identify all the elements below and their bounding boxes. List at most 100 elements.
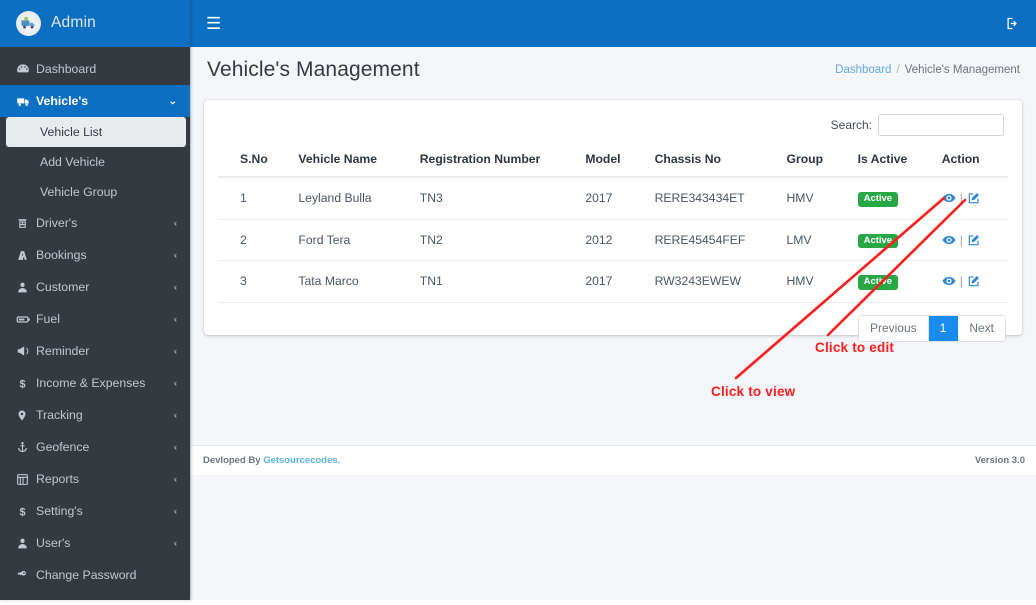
chevron-left-icon: ‹ xyxy=(173,410,178,420)
sidebar-item-customer[interactable]: Customer ‹ xyxy=(0,271,190,303)
annotation-label-edit: Click to edit xyxy=(815,340,895,355)
column-header-model[interactable]: Model xyxy=(581,146,651,178)
cell-chassis-no: RERE45454FEF xyxy=(650,219,783,261)
eye-icon[interactable] xyxy=(942,191,956,205)
sidebar-item-label: Geofence xyxy=(36,440,90,454)
top-navbar: ☰ xyxy=(190,0,1036,47)
sidebar-item-label: Customer xyxy=(36,280,90,294)
cell-action: | xyxy=(937,219,1008,261)
search-label: Search: xyxy=(830,118,872,132)
content-wrapper: Vehicle's Management Dashboard / Vehicle… xyxy=(190,47,1036,600)
truck-icon xyxy=(16,94,36,109)
chevron-left-icon: ‹ xyxy=(173,314,178,324)
sidebar-subitem-vehicle-list[interactable]: Vehicle List xyxy=(6,117,186,147)
cell-model: 2017 xyxy=(581,177,651,220)
sidebar-subitem-add-vehicle[interactable]: Add Vehicle xyxy=(0,147,190,177)
cell-model: 2012 xyxy=(581,219,651,261)
footer-developer-link[interactable]: Getsourcecodes. xyxy=(263,455,340,466)
vehicle-table: S.No Vehicle Name Registration Number Mo… xyxy=(218,146,1008,303)
key-icon xyxy=(16,568,36,582)
breadcrumb: Dashboard / Vehicle's Management xyxy=(835,64,1020,76)
sidebar-subitem-label: Vehicle Group xyxy=(40,185,118,199)
sidebar-nav-list: Dashboard Vehicle's ⌄ Vehicle List Add V… xyxy=(0,47,190,591)
sidebar-item-geofence[interactable]: Geofence ‹ xyxy=(0,431,190,463)
action-separator: | xyxy=(959,274,963,289)
eye-icon[interactable] xyxy=(942,274,956,288)
cell-action: | xyxy=(937,177,1008,220)
column-header-vehicle-name[interactable]: Vehicle Name xyxy=(294,146,416,178)
hamburger-menu-icon[interactable]: ☰ xyxy=(206,15,221,32)
svg-text:$: $ xyxy=(19,378,25,390)
edit-pencil-icon[interactable] xyxy=(967,274,981,288)
driver-icon xyxy=(16,217,36,230)
sidebar-item-dashboard[interactable]: Dashboard xyxy=(0,53,190,85)
eye-icon[interactable] xyxy=(942,233,956,247)
column-header-registration-number[interactable]: Registration Number xyxy=(415,146,582,178)
column-header-sno[interactable]: S.No xyxy=(218,146,295,178)
sidebar-item-label: Setting's xyxy=(36,504,83,518)
cell-registration-number: TN1 xyxy=(415,260,582,303)
cell-chassis-no: RERE343434ET xyxy=(650,177,783,220)
edit-pencil-icon[interactable] xyxy=(967,233,981,247)
bookings-icon xyxy=(16,249,36,262)
annotation-label-view: Click to view xyxy=(711,384,796,399)
cell-sno: 1 xyxy=(218,177,295,220)
breadcrumb-dashboard-link[interactable]: Dashboard xyxy=(835,64,891,76)
sidebar-item-reminder[interactable]: Reminder ‹ xyxy=(0,335,190,367)
chevron-down-icon: ⌄ xyxy=(168,95,178,106)
sidebar-item-label: Bookings xyxy=(36,248,87,262)
action-group: | xyxy=(942,274,1004,288)
chevron-left-icon: ‹ xyxy=(173,282,178,292)
breadcrumb-separator: / xyxy=(896,63,900,76)
cell-chassis-no: RW3243EWEW xyxy=(650,260,783,303)
column-header-group[interactable]: Group xyxy=(782,146,854,178)
page-title: Vehicle's Management xyxy=(207,57,420,81)
column-header-is-active[interactable]: Is Active xyxy=(853,146,938,178)
cell-vehicle-name: Ford Tera xyxy=(294,219,416,261)
dollar-icon: $ xyxy=(16,377,36,390)
sidebar-item-bookings[interactable]: Bookings ‹ xyxy=(0,239,190,271)
cell-group: LMV xyxy=(782,219,854,261)
sidebar: Admin Dashboard Vehicle's ⌄ Vehicle List… xyxy=(0,0,190,600)
column-header-action[interactable]: Action xyxy=(937,146,1008,178)
sidebar-item-reports[interactable]: Reports ‹ xyxy=(0,463,190,495)
sidebar-subitem-label: Vehicle List xyxy=(40,125,103,139)
column-header-chassis-no[interactable]: Chassis No xyxy=(650,146,783,178)
megaphone-icon xyxy=(16,344,36,358)
footer-version: Version 3.0 xyxy=(974,455,1025,466)
chevron-left-icon: ‹ xyxy=(173,346,178,356)
sidebar-item-drivers[interactable]: Driver's ‹ xyxy=(0,207,190,239)
sidebar-item-users[interactable]: User's ‹ xyxy=(0,527,190,559)
table-row: 2 Ford Tera TN2 2012 RERE45454FEF LMV Ac… xyxy=(218,219,1008,261)
sidebar-item-vehicles[interactable]: Vehicle's ⌄ xyxy=(0,85,190,117)
sidebar-item-settings[interactable]: $ Setting's ‹ xyxy=(0,495,190,527)
sidebar-item-tracking[interactable]: Tracking ‹ xyxy=(0,399,190,431)
sidebar-item-income-expenses[interactable]: $ Income & Expenses ‹ xyxy=(0,367,190,399)
search-input[interactable] xyxy=(878,114,1004,136)
vehicle-list-card: Search: S.No Vehicle Name Registration N… xyxy=(204,100,1022,343)
pagination-page-1-button[interactable]: 1 xyxy=(928,315,959,342)
table-head: S.No Vehicle Name Registration Number Mo… xyxy=(218,146,1008,178)
table-header-row: S.No Vehicle Name Registration Number Mo… xyxy=(218,146,1008,178)
sidebar-item-label: Dashboard xyxy=(36,62,97,76)
sidebar-subitem-label: Add Vehicle xyxy=(40,155,105,169)
sidebar-item-label: Reports xyxy=(36,472,80,486)
logout-icon[interactable] xyxy=(1005,16,1020,31)
sidebar-subitem-vehicle-group[interactable]: Vehicle Group xyxy=(0,177,190,207)
cell-group: HMV xyxy=(782,177,854,220)
pagination-previous-button[interactable]: Previous xyxy=(858,315,929,342)
action-group: | xyxy=(942,191,1004,205)
map-pin-icon xyxy=(16,409,36,422)
content-header: Vehicle's Management Dashboard / Vehicle… xyxy=(191,47,1036,92)
chevron-left-icon: ‹ xyxy=(173,506,178,516)
cell-vehicle-name: Leyland Bulla xyxy=(294,177,416,220)
cell-model: 2017 xyxy=(581,260,651,303)
brand-header[interactable]: Admin xyxy=(0,0,190,47)
edit-pencil-icon[interactable] xyxy=(967,191,981,205)
sidebar-item-change-password[interactable]: Change Password xyxy=(0,559,190,591)
pagination-next-button[interactable]: Next xyxy=(958,315,1005,342)
sidebar-submenu-vehicles: Vehicle List Add Vehicle Vehicle Group xyxy=(0,117,190,207)
sidebar-item-fuel[interactable]: Fuel ‹ xyxy=(0,303,190,335)
cell-registration-number: TN3 xyxy=(415,177,582,220)
cell-registration-number: TN2 xyxy=(415,219,582,261)
